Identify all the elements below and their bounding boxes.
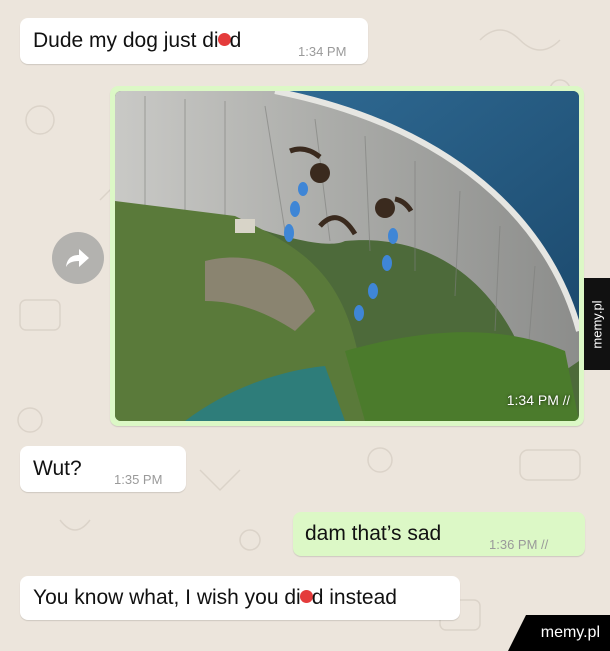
incoming-message-bubble[interactable]: Wut? 1:35 PM <box>20 446 186 492</box>
message-timestamp: 1:36 PM // <box>489 532 548 558</box>
message-time-text: 1:36 PM <box>489 537 538 552</box>
corner-watermark: memy.pl <box>508 615 610 651</box>
message-text: dam that’s sad <box>305 522 442 545</box>
dam-photo[interactable] <box>115 91 579 421</box>
incoming-message-bubble[interactable]: Dude my dog just di d 1:34 PM <box>20 18 368 64</box>
message-text-part: Dude my dog just di <box>33 29 219 52</box>
message-text-part: You know what, I wish you di <box>33 586 301 609</box>
side-watermark: memy.pl <box>584 278 610 370</box>
message-text: Dude my dog just di d <box>33 28 241 54</box>
message-text: Wut? <box>33 457 82 480</box>
message-text-part: d instead <box>311 586 397 609</box>
side-watermark-text: memy.pl <box>589 299 605 349</box>
outgoing-message-bubble[interactable]: dam that’s sad 1:36 PM // <box>293 512 585 556</box>
message-timestamp: 1:34 PM <box>298 44 347 59</box>
double-check-icon: // <box>541 537 549 552</box>
image-timestamp: 1:34 PM // <box>507 387 570 414</box>
double-check-icon: // <box>562 393 570 408</box>
incoming-message-bubble[interactable]: You know what, I wish you di d instead <box>20 576 460 620</box>
outgoing-image-message[interactable]: 1:34 PM // <box>110 86 584 426</box>
forward-arrow-icon <box>66 249 89 267</box>
message-text: You know what, I wish you di d instead <box>33 585 397 611</box>
image-time-text: 1:34 PM <box>506 392 559 408</box>
message-text-part: d <box>229 29 242 52</box>
message-timestamp: 1:35 PM <box>114 472 163 487</box>
forward-button[interactable] <box>52 232 104 284</box>
